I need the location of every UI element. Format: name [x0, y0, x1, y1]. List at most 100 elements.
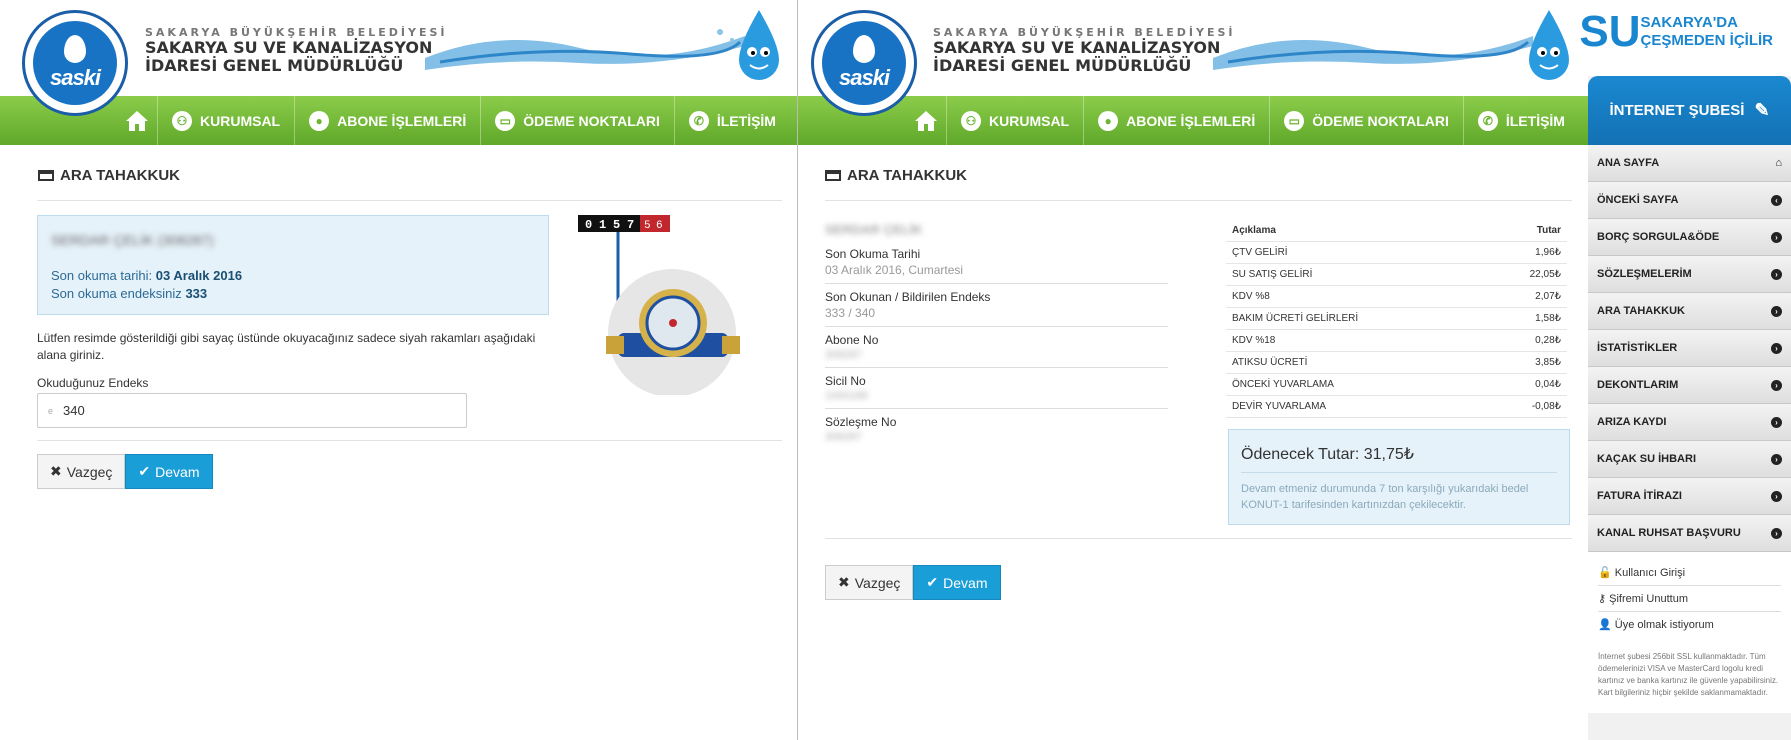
sidebar-item-ariza-kaydi[interactable]: ARIZA KAYDI ›	[1588, 404, 1791, 441]
index-input[interactable]: e 340	[37, 393, 467, 428]
ssl-note: İnternet şubesi 256bit SSL kullanmaktadı…	[1588, 637, 1791, 713]
chevron-right-icon: ›	[1771, 379, 1782, 391]
field-row: Sicil No 1000189	[825, 368, 1168, 409]
total-amount: Ödenecek Tutar: 31,75₺	[1241, 444, 1557, 473]
meter-digit: 0	[585, 218, 592, 232]
sidebar-item-dekontlarim[interactable]: DEKONTLARIM ›	[1588, 367, 1791, 404]
sidebar-item-fatura-itirazi[interactable]: FATURA İTİRAZI ›	[1588, 478, 1791, 515]
continue-button[interactable]: ✔ Devam	[913, 565, 1001, 600]
sidebar-item-kacak-su[interactable]: KAÇAK SU İHBARI ›	[1588, 441, 1791, 478]
field-row: Sözleşme No 308287	[825, 415, 897, 443]
chevron-right-icon: ›	[1771, 268, 1782, 280]
chevron-right-icon: ›	[1771, 416, 1782, 428]
sidebar-item-sozlesmelerim[interactable]: SÖZLEŞMELERİM ›	[1588, 256, 1791, 293]
nav-odeme-noktalari[interactable]: ▭ ÖDEME NOKTALARI	[1269, 96, 1463, 145]
cancel-button[interactable]: ✖ Vazgeç	[37, 454, 126, 489]
sidebar-item-onceki-sayfa[interactable]: ÖNCEKİ SAYFA ‹	[1588, 182, 1791, 219]
customer-name: SERDAR ÇELİK	[825, 222, 923, 237]
internet-branch-sidebar: İNTERNET ŞUBESİ ✎ ANA SAYFA ⌂ ÖNCEKİ SAYFA…	[1588, 76, 1791, 740]
cancel-button[interactable]: ✖ Vazgeç	[825, 565, 914, 600]
charges-table: Açıklama Tutar ÇTV GELİRİ 1,96₺ SU SATIŞ G…	[1226, 220, 1567, 418]
chevron-right-icon: ›	[1771, 453, 1782, 465]
nav-kurumsal[interactable]: ⚇ KURUMSAL	[946, 96, 1083, 145]
right-content: ARA TAHAKKUK SERDAR ÇELİK Son Okuma Tari…	[798, 145, 1588, 740]
left-content: ARA TAHAKKUK SERDAR ÇELİK (308287) Son o…	[0, 145, 797, 740]
nav-abone-islemleri[interactable]: ● ABONE İŞLEMLERİ	[294, 96, 480, 145]
field-row: Son Okunan / Bildirilen Endeks 333 / 340	[825, 284, 1168, 327]
drop-mascot-icon	[739, 10, 779, 80]
card-icon: ▭	[1284, 110, 1305, 131]
meter-digit: 5	[644, 220, 651, 232]
page: saski SAKARYA BÜYÜKŞEHİR BELEDİYESİ SAKA…	[0, 0, 1791, 740]
slogan: SU SAKARYA'DA ÇEŞMEDEN İÇİLİR	[1579, 7, 1773, 56]
subscription-fields: SERDAR ÇELİK Son Okuma Tarihi 03 Aralık 2…	[825, 215, 1168, 449]
water-splash-icon	[425, 29, 745, 70]
table-header: Açıklama Tutar	[1226, 220, 1567, 242]
card-icon: ▭	[495, 110, 516, 131]
left-panel: saski SAKARYA BÜYÜKŞEHİR BELEDİYESİ SAKA…	[0, 0, 797, 740]
phone-icon: ✆	[688, 110, 709, 131]
user-icon: 👤	[1598, 619, 1612, 631]
meter-digit: 7	[627, 218, 634, 232]
home-icon[interactable]	[117, 110, 157, 132]
home-icon[interactable]	[906, 110, 946, 132]
right-panel: saski SAKARYA BÜYÜKŞEHİR BELEDİYESİ SAKA…	[798, 0, 1791, 740]
payment-total-box: Ödenecek Tutar: 31,75₺ Devam etmeniz dur…	[1228, 429, 1570, 525]
nav-kurumsal[interactable]: ⚇ KURUMSAL	[157, 96, 294, 145]
org-name: SAKARYA BÜYÜKŞEHİR BELEDİYESİ SAKARYA SU…	[933, 26, 1236, 75]
nav-iletisim[interactable]: ✆ İLETİŞİM	[673, 96, 790, 145]
forgot-password-link[interactable]: ⚷ Şifremi Unuttum	[1598, 586, 1781, 612]
water-splash-icon	[1213, 36, 1533, 70]
logo-text: saski	[49, 65, 101, 90]
credit-card-icon	[825, 170, 841, 181]
chevron-right-icon: ›	[1771, 342, 1782, 354]
index-label: Okuduğunuz Endeks	[37, 376, 149, 390]
sidebar-item-borc-sorgula[interactable]: BORÇ SORGULA&ÖDE ›	[1588, 219, 1791, 256]
sitemap-icon: ⚇	[961, 110, 981, 131]
check-icon: ✔	[926, 574, 939, 590]
account-links: 🔓 Kullanıcı Girişi ⚷ Şifremi Unuttum 👤 Ü…	[1588, 552, 1791, 637]
check-icon: ✔	[138, 463, 151, 479]
phone-icon: ✆	[1477, 110, 1498, 131]
saski-logo[interactable]: saski	[22, 10, 128, 116]
sidebar-item-ana-sayfa[interactable]: ANA SAYFA ⌂	[1588, 145, 1791, 182]
customer-name-row: SERDAR ÇELİK	[825, 215, 1168, 241]
close-icon: ✖	[838, 574, 850, 590]
register-link[interactable]: 👤 Üye olmak istiyorum	[1598, 612, 1781, 637]
site-header: saski SAKARYA BÜYÜKŞEHİR BELEDİYESİ SAKA…	[0, 0, 797, 116]
sidebar-item-istatistikler[interactable]: İSTATİSTİKLER ›	[1588, 330, 1791, 367]
water-drop-icon	[853, 35, 875, 63]
table-row: BAKIM ÜCRETİ GELİRLERİ 1,58₺	[1226, 308, 1567, 330]
field-row: Son Okuma Tarihi 03 Aralık 2016, Cumartes…	[825, 241, 1168, 284]
main-nav: ⚇ KURUMSAL ● ABONE İŞLEMLERİ ▭ ÖDEME NOKTAL…	[798, 96, 1588, 145]
field-row: Abone No 308287	[825, 327, 1168, 368]
customer-name: SERDAR ÇELİK (308287)	[51, 232, 214, 248]
card-icon: ✎	[1754, 100, 1770, 120]
continue-button[interactable]: ✔ Devam	[125, 454, 213, 489]
sidebar-item-kanal-ruhsat[interactable]: KANAL RUHSAT BAŞVURU ›	[1588, 515, 1791, 552]
org-name: SAKARYA BÜYÜKŞEHİR BELEDİYESİ SAKARYA SU…	[145, 26, 448, 75]
chevron-right-icon: ›	[1771, 231, 1782, 243]
saski-logo[interactable]: saski	[811, 10, 917, 116]
table-row: ÖNCEKİ YUVARLAMA 0,04₺	[1226, 374, 1567, 396]
table-row: DEVİR YUVARLAMA -0,08₺	[1226, 396, 1567, 418]
water-drop-icon	[64, 35, 86, 63]
login-link[interactable]: 🔓 Kullanıcı Girişi	[1598, 560, 1781, 586]
nav-iletisim[interactable]: ✆ İLETİŞİM	[1462, 96, 1579, 145]
table-row: SU SATIŞ GELİRİ 22,05₺	[1226, 264, 1567, 286]
table-row: KDV %8 2,07₺	[1226, 286, 1567, 308]
meter-digit: 1	[599, 218, 606, 232]
sidebar-item-ara-tahakkuk[interactable]: ARA TAHAKKUK ›	[1588, 293, 1791, 330]
drop-mascot-icon	[1529, 10, 1569, 80]
reading-info-box: SERDAR ÇELİK (308287) Son okuma tarihi: …	[37, 215, 549, 315]
instruction-text: Lütfen resimde gösterildiği gibi sayaç ü…	[37, 331, 536, 362]
home-icon: ⌂	[1775, 157, 1782, 169]
nav-odeme-noktalari[interactable]: ▭ ÖDEME NOKTALARI	[480, 96, 674, 145]
close-icon: ✖	[50, 463, 62, 479]
meter-digit: 6	[656, 220, 663, 232]
nav-abone-islemleri[interactable]: ● ABONE İŞLEMLERİ	[1083, 96, 1269, 145]
chevron-left-icon: ‹	[1771, 194, 1782, 206]
users-icon: ●	[309, 110, 330, 131]
meter-digit: 5	[613, 218, 620, 232]
payment-note: Devam etmeniz durumunda 7 ton karşılığı …	[1241, 483, 1529, 511]
